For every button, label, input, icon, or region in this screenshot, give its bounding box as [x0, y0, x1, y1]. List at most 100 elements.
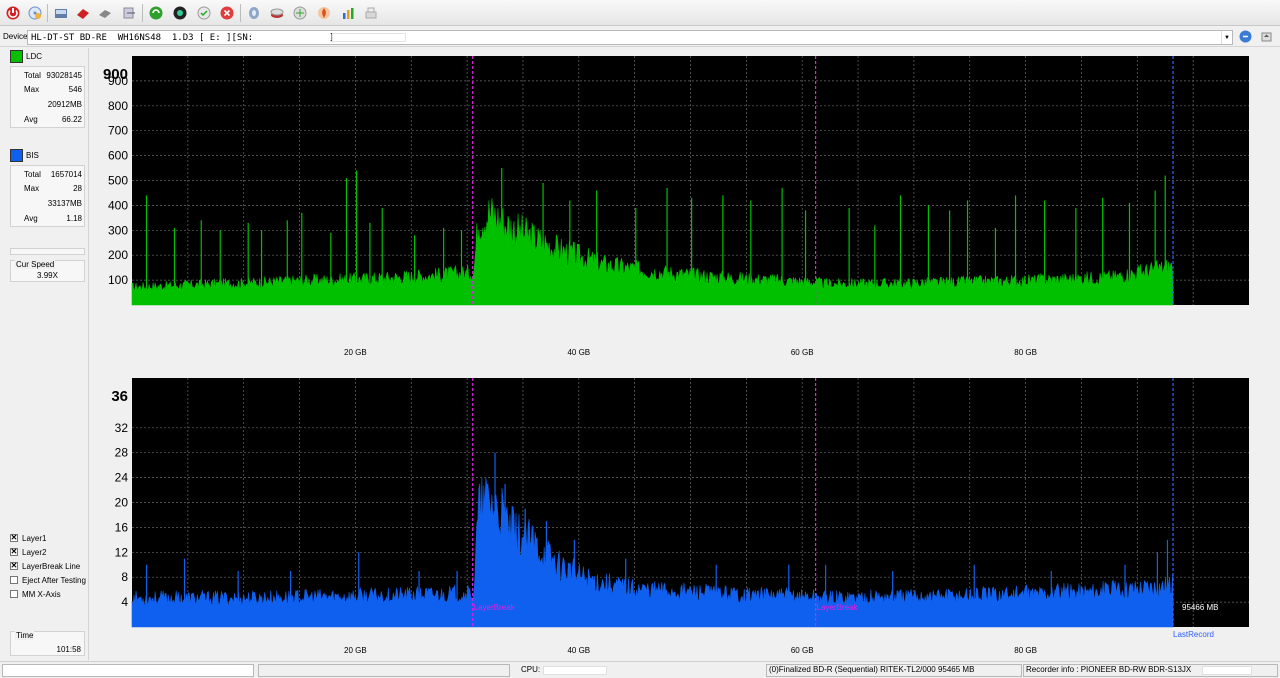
progress-bar — [10, 248, 85, 255]
clean-icon[interactable] — [361, 3, 381, 23]
ldc-total-value: 93028145 — [46, 71, 82, 80]
recycle-icon[interactable] — [146, 3, 166, 23]
x-tick-label: 20 GB — [344, 348, 367, 357]
bis-total-value: 1657014 — [50, 170, 82, 179]
eject-icon[interactable] — [1259, 29, 1274, 44]
x-tick-label: 60 GB — [791, 348, 814, 357]
y-tick-label: 20 — [115, 496, 129, 510]
y-tick-label: 12 — [115, 545, 129, 559]
app-window: Device: HL-DT-ST BD-RE WH16NS48 1.D3 [ E… — [0, 0, 1280, 678]
y-tick-label: 200 — [108, 248, 128, 262]
y-tick-label: 600 — [108, 149, 128, 163]
ldc-swatch — [10, 50, 23, 63]
y-tick-label: 700 — [108, 124, 128, 138]
device-select[interactable]: HL-DT-ST BD-RE WH16NS48 1.D3 [ E: ][SN: … — [27, 30, 1233, 45]
y-tick-label: 300 — [108, 223, 128, 237]
ldc-stats: Total 93028145 Max 546 20912MB Avg 66.22 — [10, 66, 85, 128]
bis-swatch — [10, 149, 23, 162]
stats-panel: LDC Total 93028145 Max 546 20912MB Avg 66.2… — [0, 48, 89, 660]
settings-icon[interactable] — [194, 3, 214, 23]
stat-key: Total — [24, 71, 41, 80]
toolbar — [0, 0, 1280, 26]
checkbox-box[interactable]: ✕ — [10, 548, 18, 556]
stat-row: Max 546 — [11, 83, 84, 95]
layer2-checkbox[interactable]: ✕ Layer2 — [10, 546, 46, 558]
ldc-max-value: 546 — [68, 85, 82, 94]
x-tick-label: 40 GB — [567, 646, 590, 655]
checkbox-label: Layer1 — [22, 533, 47, 543]
stat-row: Max 28 — [11, 182, 84, 194]
globe-icon[interactable] — [170, 3, 190, 23]
status-bar: CPU: (0)Finalized BD-R (Sequential) RITE… — [0, 661, 1280, 678]
bis-max-position-value: 33137MB — [47, 199, 82, 208]
checkbox-box[interactable]: ✕ — [10, 562, 18, 570]
ldc-legend: LDC — [10, 50, 42, 63]
checkbox-box[interactable] — [10, 576, 18, 584]
y-top-label: 900 — [103, 66, 128, 83]
stop-icon[interactable] — [217, 3, 237, 23]
x-tick-label: 60 GB — [791, 646, 814, 655]
recorder-info: Recorder info : PIONEER BD-RW BDR-S13JX — [1026, 665, 1192, 674]
message-cell — [258, 664, 510, 677]
cur-speed-box: Cur Speed 3.99X — [10, 260, 85, 282]
stat-row: Total 93028145 — [11, 69, 84, 81]
y-tick-label: 32 — [115, 421, 129, 435]
stat-row: Avg 66.22 — [11, 113, 84, 125]
stat-key: Avg — [24, 214, 38, 223]
layer-break-label: LayerBreak — [817, 603, 859, 612]
stat-key: Max — [24, 85, 40, 94]
ldc-avg-value: 66.22 — [61, 115, 82, 124]
checkbox-box[interactable]: ✕ — [10, 534, 18, 542]
disc-info: (0)Finalized BD-R (Sequential) RITEK-TL2… — [769, 665, 975, 674]
disc-write-icon[interactable] — [267, 3, 287, 23]
device-bar: Device: HL-DT-ST BD-RE WH16NS48 1.D3 [ E… — [0, 27, 1280, 47]
device-value: HL-DT-ST BD-RE WH16NS48 1.D3 [ E: ][SN: … — [31, 33, 335, 43]
checkbox-box[interactable] — [10, 590, 18, 598]
copy-disc-icon[interactable] — [119, 3, 139, 23]
y-top-label: 36 — [111, 388, 128, 405]
time-label: Time — [15, 631, 35, 640]
disc-burn-icon[interactable] — [290, 3, 310, 23]
bis-max-value: 28 — [73, 184, 82, 193]
recorder-serial-field — [1202, 666, 1252, 675]
stat-row: Avg 1.18 — [11, 212, 84, 224]
stat-key: Avg — [24, 115, 38, 124]
power-icon[interactable] — [3, 3, 23, 23]
disc-scan-icon[interactable] — [244, 3, 264, 23]
drive-info-icon[interactable] — [51, 3, 71, 23]
erase-disc-icon[interactable] — [73, 3, 93, 23]
y-tick-label: 24 — [115, 471, 129, 485]
burn-disc-icon[interactable] — [95, 3, 115, 23]
y-tick-label: 500 — [108, 174, 128, 188]
mm-x-axis-checkbox[interactable]: MM X-Axis — [10, 588, 61, 600]
cpu-meter — [543, 666, 607, 675]
bis-label: BIS — [26, 151, 39, 160]
ldc-max-position-value: 20912MB — [47, 100, 82, 109]
eject-after-testing-checkbox[interactable]: Eject After Testing — [10, 574, 86, 586]
device-label: Device: — [3, 32, 30, 41]
end-size-label: 95466 MB — [1182, 603, 1218, 612]
cur-speed-value: 3.99X — [37, 271, 58, 280]
burn-fire-icon[interactable] — [314, 3, 334, 23]
chevron-down-icon[interactable]: ▼ — [1221, 31, 1232, 44]
y-tick-label: 100 — [108, 273, 128, 287]
y-tick-label: 16 — [115, 520, 129, 534]
checkbox-label: Layer2 — [22, 547, 47, 557]
chart-icon[interactable] — [338, 3, 358, 23]
time-box: Time 101:58 — [10, 631, 85, 656]
progress-cell — [2, 664, 254, 677]
layerbreak-line-checkbox[interactable]: ✕ LayerBreak Line — [10, 560, 80, 572]
y-tick-label: 800 — [108, 99, 128, 113]
y-tick-label: 8 — [121, 570, 128, 584]
last-record-label: LastRecord — [1173, 630, 1214, 639]
y-tick-label: 400 — [108, 198, 128, 212]
layer1-checkbox[interactable]: ✕ Layer1 — [10, 532, 46, 544]
time-value: 101:58 — [56, 645, 81, 654]
refresh-device-icon[interactable] — [1238, 29, 1253, 44]
refresh-disc-icon[interactable] — [25, 3, 45, 23]
cpu-label: CPU: — [521, 665, 541, 674]
checkbox-label: LayerBreak Line — [22, 561, 81, 571]
y-tick-label: 4 — [121, 595, 128, 609]
stat-row: Total 1657014 — [11, 168, 84, 180]
bis-chart: 4 8 12 16 20 24 28 32 36 LayerBreak LayerBreak Last… — [111, 378, 1249, 655]
